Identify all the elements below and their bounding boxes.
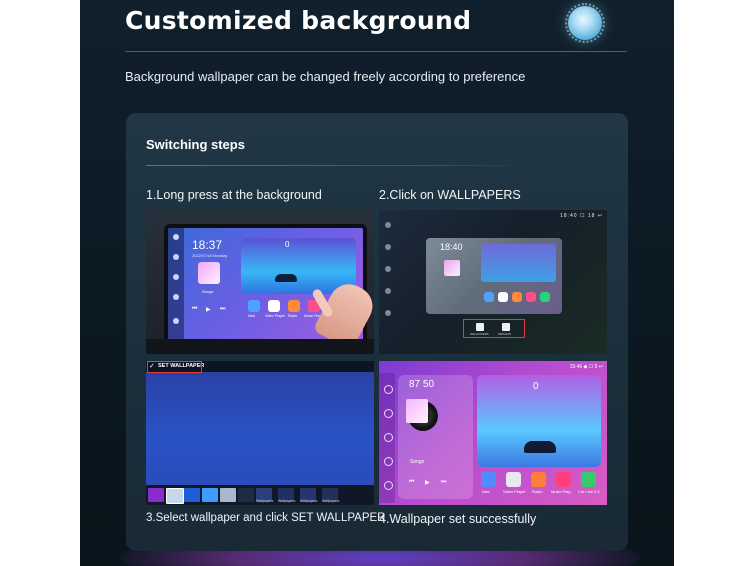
phone-icon (384, 409, 393, 418)
location-icon (385, 288, 391, 294)
album-art (198, 262, 220, 284)
speed-value: 0 (285, 240, 290, 249)
wallpaper-toolbar: ✓ SET WALLPAPER (146, 361, 374, 373)
wallpaper-thumb[interactable] (220, 488, 236, 502)
thumb-label: Wallpapers (278, 499, 296, 503)
step-2-label: 2.Click on WALLPAPERS (379, 188, 521, 202)
side-dock (379, 373, 395, 503)
side-dock (383, 222, 393, 342)
app-label: Radio (288, 314, 298, 318)
radio-app-icon (512, 292, 522, 302)
apps-icon (173, 318, 179, 324)
settings-app-icon (540, 292, 550, 302)
song-title: Songs (410, 459, 425, 465)
bluetooth-icon (173, 274, 179, 280)
app-label: Navi (482, 489, 491, 494)
album-art (444, 260, 460, 276)
clock: 18:40 (440, 242, 463, 252)
wallpapers-option-label: WALLPAPERS (470, 332, 489, 336)
wallpaper-thumb[interactable] (202, 488, 218, 502)
step-1-label: 1.Long press at the background (146, 188, 322, 202)
apps-icon (385, 310, 391, 316)
bluetooth-icon (384, 433, 393, 442)
phone-icon (173, 254, 179, 260)
phone-icon (385, 244, 391, 250)
apps-icon (384, 481, 393, 490)
music-player-app-icon[interactable] (556, 472, 571, 487)
wallpaper-menu-highlight: WALLPAPERS WIDGETS (463, 319, 525, 338)
step-2-screenshot: 18:40 ☐ 18 ↩ 18:40 WALLPAPERS WIDGETS (379, 210, 607, 354)
date: 2022/07/18 Monday (192, 253, 228, 258)
thumb-label: Wallpapers (300, 499, 318, 503)
thumb-label: Wallpapers (322, 499, 340, 503)
set-wallpaper-highlight (147, 361, 202, 373)
prev-icon: ⏮ (409, 479, 415, 485)
next-icon: ⏭ (441, 479, 447, 485)
wallpaper-thumb-selected[interactable] (166, 488, 184, 504)
video-player-app-icon[interactable] (506, 472, 521, 487)
speed-widget (481, 244, 556, 282)
step-1-screenshot: 18:37 2022/07/18 Monday Songs ⏮ ▶ ⏭ 0 Na… (146, 210, 374, 354)
music-app-icon (526, 292, 536, 302)
video-player-app-icon (498, 292, 508, 302)
steps-card: Switching steps 1.Long press at the back… (126, 113, 628, 551)
car-icon (275, 274, 297, 282)
widgets-option-label: WIDGETS (498, 332, 512, 336)
car-link-app-icon[interactable] (581, 472, 596, 487)
next-icon: ⏭ (220, 306, 226, 312)
clock: 87 50 (409, 379, 435, 390)
wallpaper-thumb[interactable] (148, 488, 164, 502)
dashboard-base (146, 339, 374, 354)
card-divider (146, 165, 530, 166)
step-4-label: 4.Wallpaper set successfully (379, 512, 537, 526)
promo-panel: Customized background Background wallpap… (80, 0, 674, 566)
step-4-screenshot: 15:46 ◆ ☐ 6 ↩ 87 50 Songs ⏮ ▶ ⏭ 0 Navi V… (379, 361, 607, 505)
card-title: Switching steps (146, 137, 245, 152)
car-icon (524, 441, 556, 453)
title-divider (125, 51, 627, 52)
song-title: Songs (202, 289, 214, 294)
navi-app-icon (484, 292, 494, 302)
speed-widget (477, 375, 601, 467)
navi-app-icon[interactable] (481, 472, 496, 487)
wallpaper-thumb[interactable] (238, 488, 254, 502)
decorative-orb-icon (565, 3, 605, 43)
radio-app-icon[interactable] (531, 472, 546, 487)
widgets-option-icon[interactable] (502, 323, 510, 331)
location-icon (384, 385, 393, 394)
radio-app-icon (288, 300, 300, 312)
navi-app-icon (248, 300, 260, 312)
app-label: Radio (532, 489, 543, 494)
app-label: Navi (248, 314, 256, 318)
location-icon (173, 294, 179, 300)
thumb-label: Wallpapers (256, 499, 274, 503)
wallpaper-thumbnail-strip: Wallpapers Wallpapers Wallpapers Wallpap… (146, 485, 374, 505)
play-icon: ▶ (425, 480, 430, 486)
speed-value: 0 (533, 381, 539, 392)
wallpapers-option-icon[interactable] (476, 323, 484, 331)
page-subtitle: Background wallpaper can be changed free… (125, 69, 526, 84)
location-pin-icon (384, 457, 393, 466)
clock: 18:37 (192, 238, 223, 252)
home-icon (385, 222, 391, 228)
play-icon: ▶ (206, 307, 211, 313)
app-label: Video Player (265, 314, 285, 318)
status-bar: 15:46 ◆ ☐ 6 ↩ (569, 364, 603, 370)
status-bar: 18:40 ☐ 18 ↩ (560, 213, 603, 219)
app-label: Car Link 2.0 (578, 489, 600, 494)
bluetooth-icon (385, 266, 391, 272)
home-preview: 18:40 (426, 238, 562, 314)
album-art (406, 399, 428, 423)
app-label: Music Play... (551, 489, 574, 494)
page-title: Customized background (125, 6, 472, 35)
app-label: Video Player (503, 489, 526, 494)
home-icon (173, 234, 179, 240)
step-3-screenshot: ✓ SET WALLPAPER Wallpapers Wallpapers Wa… (146, 361, 374, 505)
prev-icon: ⏮ (192, 306, 198, 312)
step-3-label: 3.Select wallpaper and click SET WALLPAP… (146, 512, 386, 524)
side-dock (168, 228, 184, 342)
wallpaper-thumb[interactable] (184, 488, 200, 502)
video-player-app-icon (268, 300, 280, 312)
